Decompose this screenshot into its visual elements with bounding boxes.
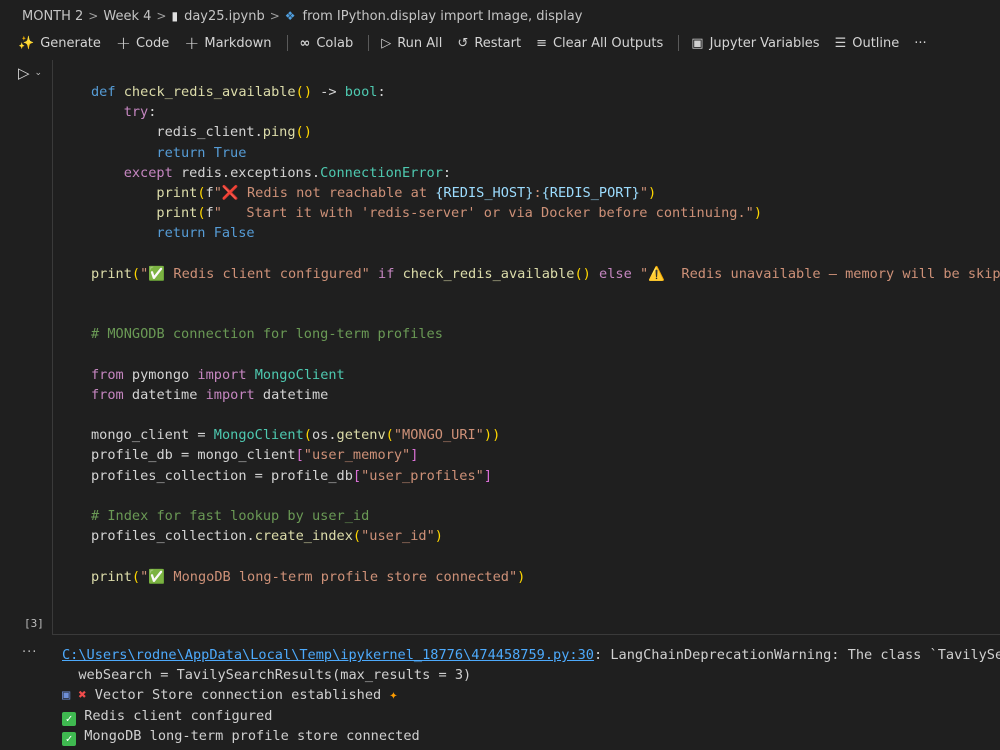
- breadcrumb-item-file[interactable]: day25.ipynb: [184, 9, 265, 24]
- clear-all-outputs-label: Clear All Outputs: [552, 35, 664, 51]
- run-all-icon: ▷: [381, 35, 392, 51]
- breadcrumb: MONTH 2 > Week 4 > ▮ day25.ipynb > ❖ fro…: [0, 0, 1000, 32]
- code-line: try:: [123, 104, 157, 121]
- clear-all-icon: ≡: [536, 35, 547, 51]
- restart-icon: ↺: [457, 35, 469, 51]
- run-all-button[interactable]: ▷ Run All: [381, 36, 442, 51]
- chevron-right-icon: >: [88, 9, 99, 23]
- code-line: redis_client.ping(): [156, 124, 312, 141]
- outline-button[interactable]: ☰ Outline: [835, 36, 900, 51]
- run-all-label: Run All: [397, 35, 443, 51]
- code-line: mongo_client = MongoClient(os.getenv("MO…: [91, 427, 501, 444]
- code-line: print("✅ Redis client configured" if che…: [91, 265, 1000, 282]
- add-markdown-cell-button[interactable]: + Markdown: [184, 33, 271, 54]
- robot-icon: ▣: [62, 687, 71, 704]
- execution-count: [3]: [24, 617, 44, 630]
- clear-all-outputs-button[interactable]: ≡ Clear All Outputs: [536, 36, 663, 51]
- restart-label: Restart: [474, 35, 522, 51]
- outline-list-icon: ☰: [834, 35, 847, 51]
- warning-file-link[interactable]: C:\Users\rodne\AppData\Local\Temp\ipyker…: [62, 647, 594, 663]
- colab-label: Colab: [316, 35, 354, 51]
- code-line: from datetime import datetime: [91, 386, 329, 403]
- code-line: def check_redis_available() -> bool:: [91, 84, 386, 100]
- code-line: return True: [156, 144, 247, 161]
- output-line: ✓ MongoDB long-term profile store connec…: [62, 726, 1000, 746]
- code-line: # MONGODB connection for long-term profi…: [91, 326, 443, 343]
- cell-run-controls: ▷ ⌄: [18, 64, 42, 82]
- cell-source[interactable]: def check_redis_available() -> bool: try:…: [91, 82, 1000, 587]
- code-line: profiles_collection.create_index("user_i…: [91, 528, 443, 545]
- output-text: Vector Store connection established: [94, 687, 382, 704]
- generate-label: Generate: [40, 35, 101, 51]
- colab-button[interactable]: ∞ Colab: [300, 36, 354, 51]
- chevron-right-icon: >: [156, 9, 167, 23]
- code-label: Code: [136, 35, 170, 51]
- plus-icon: +: [115, 32, 131, 54]
- output-more-button[interactable]: ···: [22, 645, 37, 660]
- check-mark-icon: ✓: [62, 711, 76, 726]
- python-cell-icon: ❖: [284, 9, 296, 23]
- output-line: C:\Users\rodne\AppData\Local\Temp\ipyker…: [62, 645, 1000, 665]
- add-code-cell-button[interactable]: + Code: [116, 33, 169, 54]
- jupyter-variables-label: Jupyter Variables: [709, 35, 820, 51]
- variables-icon: ▣: [691, 35, 704, 51]
- sparkle-icon: ✨: [18, 35, 35, 51]
- notebook-file-icon: ▮: [171, 9, 179, 23]
- cross-mark-icon: ✖: [78, 687, 87, 704]
- code-line: return False: [156, 225, 255, 242]
- output-line: ▣ ✖ Vector Store connection established …: [62, 685, 1000, 705]
- plus-icon: +: [184, 32, 200, 54]
- cell-output: C:\Users\rodne\AppData\Local\Temp\ipyker…: [62, 645, 1000, 746]
- lightning-icon: ✦: [389, 687, 398, 704]
- code-line: # Index for fast lookup by user_id: [91, 507, 370, 524]
- generate-button[interactable]: ✨ Generate: [18, 36, 101, 51]
- check-mark-icon: ✓: [62, 731, 76, 746]
- code-line: profile_db = mongo_client["user_memory"]: [91, 447, 419, 464]
- toolbar-divider: [678, 35, 680, 51]
- output-text: MongoDB long-term profile store connecte…: [84, 727, 420, 744]
- warning-text: : LangChainDeprecationWarning: The class…: [593, 647, 1000, 663]
- colab-icon: ∞: [299, 35, 311, 51]
- breadcrumb-item-week[interactable]: Week 4: [103, 9, 151, 24]
- run-cell-icon[interactable]: ▷: [18, 64, 30, 82]
- code-line: from pymongo import MongoClient: [91, 366, 345, 383]
- code-line: print(f"❌ Redis not reachable at {REDIS_…: [156, 184, 657, 201]
- more-actions-button[interactable]: ···: [914, 36, 926, 51]
- chevron-right-icon: >: [269, 9, 280, 23]
- output-line: webSearch = TavilySearchResults(max_resu…: [62, 667, 472, 684]
- code-line: profiles_collection = profile_db["user_p…: [91, 467, 493, 484]
- output-text: Redis client configured: [84, 707, 273, 724]
- code-line: except redis.exceptions.ConnectionError:: [123, 164, 452, 181]
- code-line: print("✅ MongoDB long-term profile store…: [91, 568, 526, 585]
- code-line: print(f" Start it with 'redis-server' or…: [156, 205, 763, 222]
- output-line: ✓ Redis client configured: [62, 706, 1000, 726]
- chevron-down-icon[interactable]: ⌄: [35, 68, 43, 78]
- breadcrumb-item-month[interactable]: MONTH 2: [22, 9, 83, 24]
- restart-button[interactable]: ↺ Restart: [457, 36, 521, 51]
- outline-label: Outline: [852, 35, 900, 51]
- markdown-label: Markdown: [204, 35, 272, 51]
- breadcrumb-item-cell[interactable]: from IPython.display import Image, displ…: [303, 9, 583, 24]
- jupyter-variables-button[interactable]: ▣ Jupyter Variables: [691, 36, 819, 51]
- code-cell[interactable]: def check_redis_available() -> bool: try:…: [52, 60, 1000, 635]
- toolbar-divider: [286, 35, 288, 51]
- notebook-toolbar: ✨ Generate + Code + Markdown ∞ Colab ▷ R…: [0, 32, 1000, 54]
- toolbar-divider: [368, 35, 370, 51]
